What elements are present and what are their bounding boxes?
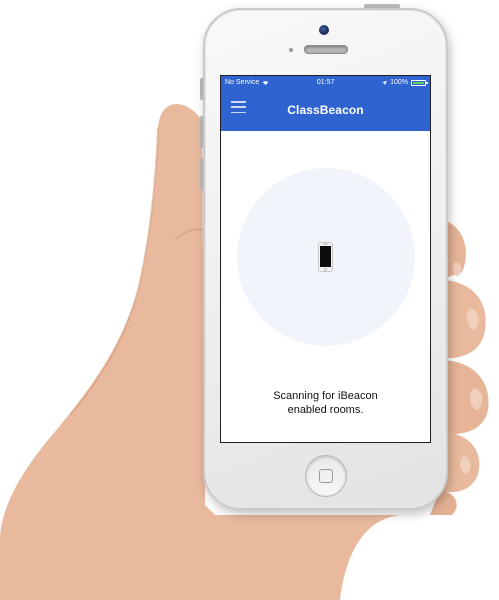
proximity-sensor bbox=[289, 48, 293, 52]
earpiece-speaker bbox=[304, 45, 348, 54]
phone-screen: No Service 01:57 100% ClassBeacon Scanni… bbox=[220, 75, 431, 443]
home-button[interactable] bbox=[305, 455, 347, 497]
app-title: ClassBeacon bbox=[287, 103, 364, 117]
scan-view: Scanning for iBeacon enabled rooms. bbox=[221, 131, 430, 442]
nav-bar: ClassBeacon bbox=[221, 89, 430, 131]
scan-status-text: Scanning for iBeacon enabled rooms. bbox=[221, 389, 430, 417]
hamburger-menu-icon[interactable] bbox=[231, 101, 246, 113]
front-camera bbox=[319, 25, 329, 35]
carrier-label: No Service bbox=[225, 79, 260, 86]
battery-percent: 100% bbox=[390, 79, 408, 86]
scan-status-line-1: Scanning for iBeacon bbox=[273, 390, 378, 402]
home-square-icon bbox=[319, 469, 333, 483]
wifi-icon bbox=[262, 81, 269, 85]
location-arrow-icon bbox=[382, 80, 388, 85]
scan-status-line-2: enabled rooms. bbox=[287, 404, 364, 416]
battery-full-icon bbox=[410, 79, 428, 86]
status-bar: No Service 01:57 100% bbox=[221, 76, 430, 89]
phone-icon bbox=[318, 242, 333, 272]
clock: 01:57 bbox=[316, 79, 335, 86]
